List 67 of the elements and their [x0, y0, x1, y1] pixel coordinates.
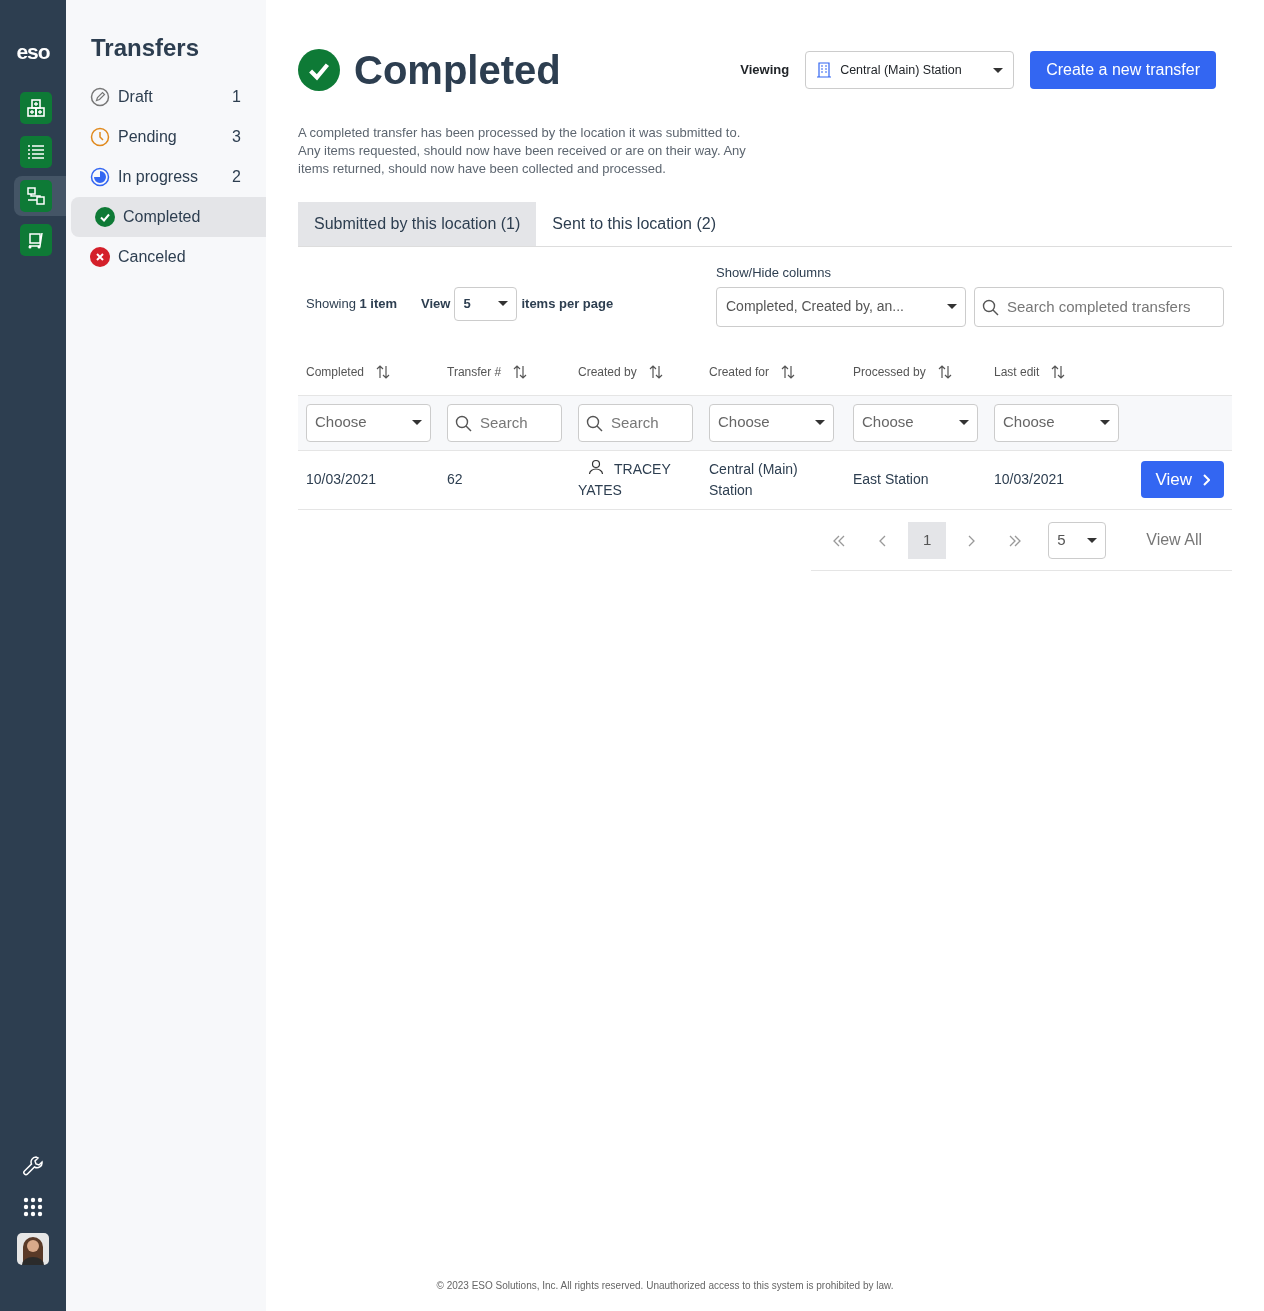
- double-chevron-icon: [1008, 534, 1023, 547]
- tab[interactable]: Submitted by this location (1): [298, 202, 537, 246]
- filter-search-field[interactable]: Search: [578, 403, 693, 442]
- sidebar-item[interactable]: Canceled: [71, 236, 266, 277]
- double-chevron-icon: [832, 534, 847, 547]
- filter-search-field[interactable]: Search: [447, 403, 562, 442]
- sort-icon[interactable]: [513, 364, 528, 379]
- page-button[interactable]: 1: [908, 521, 947, 559]
- progress-icon: [90, 166, 110, 187]
- viewing-label: Viewing: [740, 61, 790, 80]
- sidebar-item[interactable]: In progress 2: [71, 156, 266, 197]
- check-icon: [95, 206, 115, 227]
- building-icon: [816, 62, 833, 78]
- page-size-select[interactable]: 5: [1048, 521, 1107, 559]
- wrench-icon[interactable]: [22, 1155, 44, 1177]
- sort-icon[interactable]: [376, 364, 391, 379]
- column-header[interactable]: Processed by: [853, 364, 926, 379]
- footer-text: © 2023 ESO Solutions, Inc. All rights reserved. Unauthorized access to this system is prohibited by law.: [435, 1279, 895, 1293]
- table-cell-text: 10/03/2021: [994, 470, 1066, 489]
- sidebar-item[interactable]: Draft 1: [71, 76, 266, 117]
- description: A completed transfer has been processed by the location it was submitted to. Any items requested, should now have been received or are on their way. Any items returned, should now have been collected and processed.: [298, 124, 747, 178]
- apps-icon[interactable]: [23, 1197, 43, 1217]
- table-cell-text: TRACEY YATES: [578, 458, 672, 500]
- table-cell-text: 62: [447, 470, 464, 489]
- sidebar-item[interactable]: Completed: [71, 196, 266, 237]
- filter-select[interactable]: Choose: [709, 403, 834, 442]
- tab[interactable]: Sent to this location (2): [536, 202, 732, 246]
- location-select[interactable]: Central (Main) Station: [805, 51, 1015, 89]
- column-header[interactable]: Last edit: [994, 364, 1040, 379]
- chevron-right-icon: [1202, 473, 1210, 486]
- view-label: View: [421, 294, 451, 313]
- table-cell-text: Central (Main) Station: [709, 459, 799, 500]
- transfer-icon: [26, 185, 46, 206]
- filter-select[interactable]: Choose: [853, 403, 978, 442]
- view-all-link[interactable]: View All: [1140, 521, 1208, 559]
- create-button[interactable]: Create a new transfer: [1030, 51, 1216, 89]
- table-cell-text: East Station: [853, 470, 930, 489]
- sort-icon[interactable]: [648, 364, 663, 379]
- filter-select[interactable]: Choose: [306, 403, 431, 442]
- check-icon: [298, 49, 340, 91]
- columns-select[interactable]: Completed, Created by, an...: [716, 286, 966, 327]
- search-field[interactable]: Search completed transfers: [974, 286, 1224, 327]
- table-cell-text: 10/03/2021: [306, 470, 378, 489]
- column-header[interactable]: Transfer #: [447, 364, 502, 379]
- boxes-icon: [26, 97, 46, 118]
- sidebar-item[interactable]: Pending 3: [71, 116, 266, 157]
- pencil-icon: [90, 86, 110, 107]
- sort-icon[interactable]: [781, 364, 796, 379]
- column-header[interactable]: Completed: [306, 364, 365, 379]
- nav-button[interactable]: [14, 175, 66, 216]
- page-title: Completed: [354, 47, 561, 94]
- sidebar-title: Transfers: [91, 34, 201, 63]
- filter-select[interactable]: Choose: [994, 403, 1119, 442]
- column-header[interactable]: Created by: [578, 364, 637, 379]
- person-icon: [588, 458, 604, 475]
- column-header[interactable]: Created for: [709, 364, 770, 379]
- caret-icon: [993, 67, 1004, 73]
- close-icon: [90, 246, 110, 267]
- page-size-select[interactable]: 5: [454, 286, 518, 321]
- columns-label: Show/Hide columns: [716, 264, 832, 282]
- clock-icon: [90, 126, 110, 147]
- per-page-label: items per page: [521, 294, 614, 313]
- sort-icon[interactable]: [1051, 364, 1066, 379]
- sort-icon[interactable]: [937, 364, 952, 379]
- view-button[interactable]: View: [1141, 461, 1224, 498]
- item-count: Showing 1 item: [306, 294, 398, 313]
- logo[interactable]: eso: [16, 36, 50, 68]
